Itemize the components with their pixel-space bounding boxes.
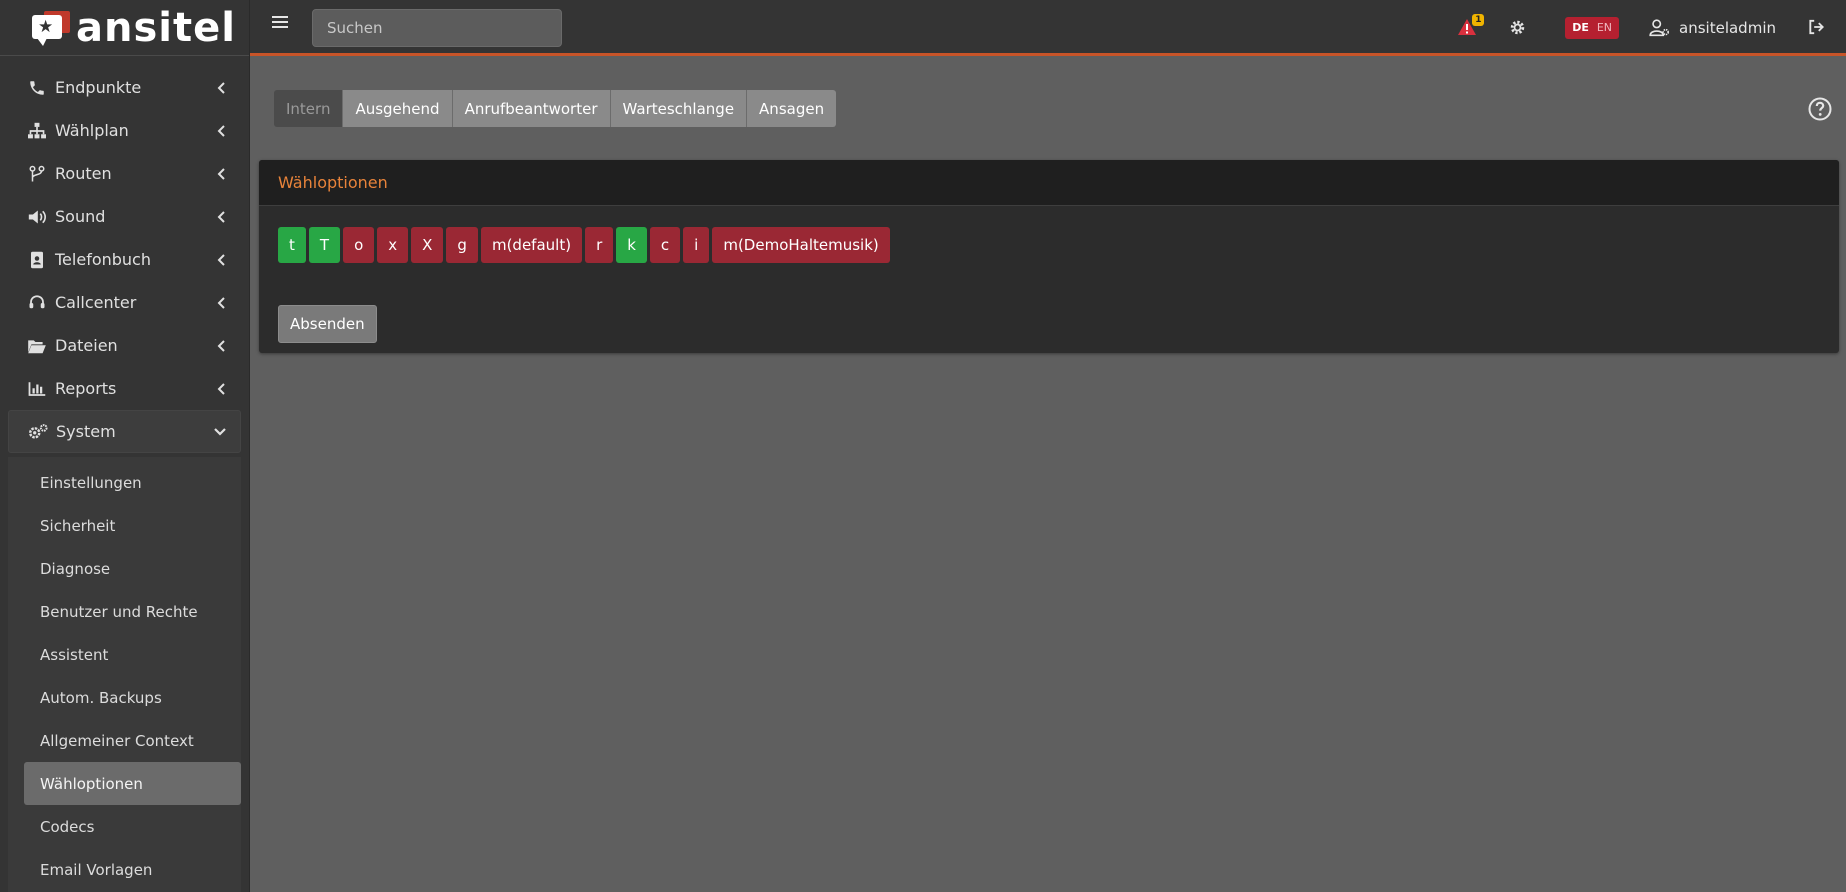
sidebar-sub-benutzer-und-rechte[interactable]: Benutzer und Rechte <box>24 590 241 633</box>
alert-count-badge: 1 <box>1472 14 1485 26</box>
card-title: Wähloptionen <box>278 173 388 192</box>
chevron-left-icon <box>215 253 227 266</box>
tab-ansagen[interactable]: Ansagen <box>747 90 837 127</box>
sidebar-item-dateien[interactable]: Dateien <box>8 324 241 367</box>
sidebar-sub-codecs[interactable]: Codecs <box>24 805 241 848</box>
sidebar-item-sound[interactable]: Sound <box>8 195 241 238</box>
option-toggle[interactable]: m(DemoHaltemusik) <box>712 227 890 263</box>
volume-icon <box>26 207 48 227</box>
top-bar: 1 DE EN ansiteladmin <box>250 0 1846 56</box>
cogs-icon <box>27 422 49 442</box>
brand-logo[interactable]: ★ ansitel <box>0 0 249 56</box>
card-body: t T o x X g m(default) r k c i m(DemoHal… <box>259 227 1839 343</box>
tab-warteschlange[interactable]: Warteschlange <box>610 90 748 127</box>
option-toggle[interactable]: X <box>411 227 444 263</box>
sidebar-sub-diagnose[interactable]: Diagnose <box>24 547 241 590</box>
sidebar-sub-einstellungen[interactable]: Einstellungen <box>24 461 241 504</box>
sitemap-icon <box>26 121 48 141</box>
tab-ausgehend[interactable]: Ausgehend <box>343 90 453 127</box>
sidebar-sub-sicherheit[interactable]: Sicherheit <box>24 504 241 547</box>
sidebar-item-callcenter[interactable]: Callcenter <box>8 281 241 324</box>
chevron-left-icon <box>215 210 227 223</box>
brand-name: ansitel <box>76 4 236 51</box>
tab-anrufbeantworter[interactable]: Anrufbeantworter <box>452 90 611 127</box>
username: ansiteladmin <box>1679 19 1776 37</box>
sidebar: ★ ansitel Endpunkte Wählplan Routen Soun… <box>0 0 250 892</box>
lang-en[interactable]: EN <box>1593 17 1616 39</box>
chevron-left-icon <box>215 382 227 395</box>
sidebar-item-waehlplan[interactable]: Wählplan <box>8 109 241 152</box>
option-toggle[interactable]: x <box>377 227 409 263</box>
sidebar-item-reports[interactable]: Reports <box>8 367 241 410</box>
dial-option-toggles: t T o x X g m(default) r k c i m(DemoHal… <box>278 227 1820 263</box>
chevron-left-icon <box>215 124 227 137</box>
chevron-left-icon <box>215 339 227 352</box>
option-toggle[interactable]: o <box>343 227 375 263</box>
top-bar-actions: 1 DE EN ansiteladmin <box>1457 0 1846 56</box>
option-toggle[interactable]: r <box>585 227 614 263</box>
card-header: Wähloptionen <box>259 160 1839 206</box>
option-toggle[interactable]: k <box>616 227 647 263</box>
sidebar-item-system[interactable]: System <box>8 410 241 453</box>
logo-icon: ★ <box>32 10 70 46</box>
folder-open-icon <box>26 336 48 356</box>
sidebar-item-endpunkte[interactable]: Endpunkte <box>8 66 241 109</box>
user-menu[interactable]: ansiteladmin <box>1649 19 1776 37</box>
chart-icon <box>26 379 48 399</box>
chevron-left-icon <box>215 296 227 309</box>
tab-intern[interactable]: Intern <box>274 90 344 127</box>
address-book-icon <box>26 250 48 270</box>
option-toggle[interactable]: c <box>649 227 681 263</box>
submit-button[interactable]: Absenden <box>278 305 377 343</box>
help-icon[interactable] <box>1808 97 1832 121</box>
lang-de[interactable]: DE <box>1568 17 1593 39</box>
sidebar-sub-email-vorlagen[interactable]: Email Vorlagen <box>24 848 241 891</box>
user-cog-icon <box>1649 19 1671 37</box>
dial-options-card: Wähloptionen t T o x X g m(default) r k … <box>259 160 1839 353</box>
alerts-button[interactable]: 1 <box>1457 14 1485 38</box>
chevron-down-icon <box>214 426 226 438</box>
logout-icon[interactable] <box>1808 19 1826 37</box>
sidebar-sub-allgemeiner-context[interactable]: Allgemeiner Context <box>24 719 241 762</box>
option-toggle[interactable]: g <box>446 227 478 263</box>
sidebar-sub-assistent[interactable]: Assistent <box>24 633 241 676</box>
option-toggle[interactable]: m(default) <box>480 227 583 263</box>
option-toggle[interactable]: t <box>278 227 306 263</box>
sidebar-item-telefonbuch[interactable]: Telefonbuch <box>8 238 241 281</box>
hamburger-menu-icon[interactable] <box>272 14 290 32</box>
sidebar-nav: Endpunkte Wählplan Routen Sound Telefonb… <box>0 56 249 453</box>
chevron-left-icon <box>215 81 227 94</box>
options-tabs: Intern Ausgehend Anrufbeantworter Wartes… <box>274 90 837 127</box>
option-toggle[interactable]: i <box>683 227 710 263</box>
sidebar-sub-autom-backups[interactable]: Autom. Backups <box>24 676 241 719</box>
headset-icon <box>26 293 48 313</box>
chevron-left-icon <box>215 167 227 180</box>
sidebar-sub-waehloptionen[interactable]: Wähloptionen <box>24 762 241 805</box>
search-input[interactable] <box>312 9 562 47</box>
settings-gear-icon[interactable] <box>1509 19 1527 37</box>
system-submenu: Einstellungen Sicherheit Diagnose Benutz… <box>8 457 241 892</box>
route-icon <box>26 164 48 184</box>
language-switch[interactable]: DE EN <box>1565 17 1620 39</box>
phone-icon <box>26 78 48 98</box>
sidebar-item-routen[interactable]: Routen <box>8 152 241 195</box>
option-toggle[interactable]: T <box>308 227 341 263</box>
